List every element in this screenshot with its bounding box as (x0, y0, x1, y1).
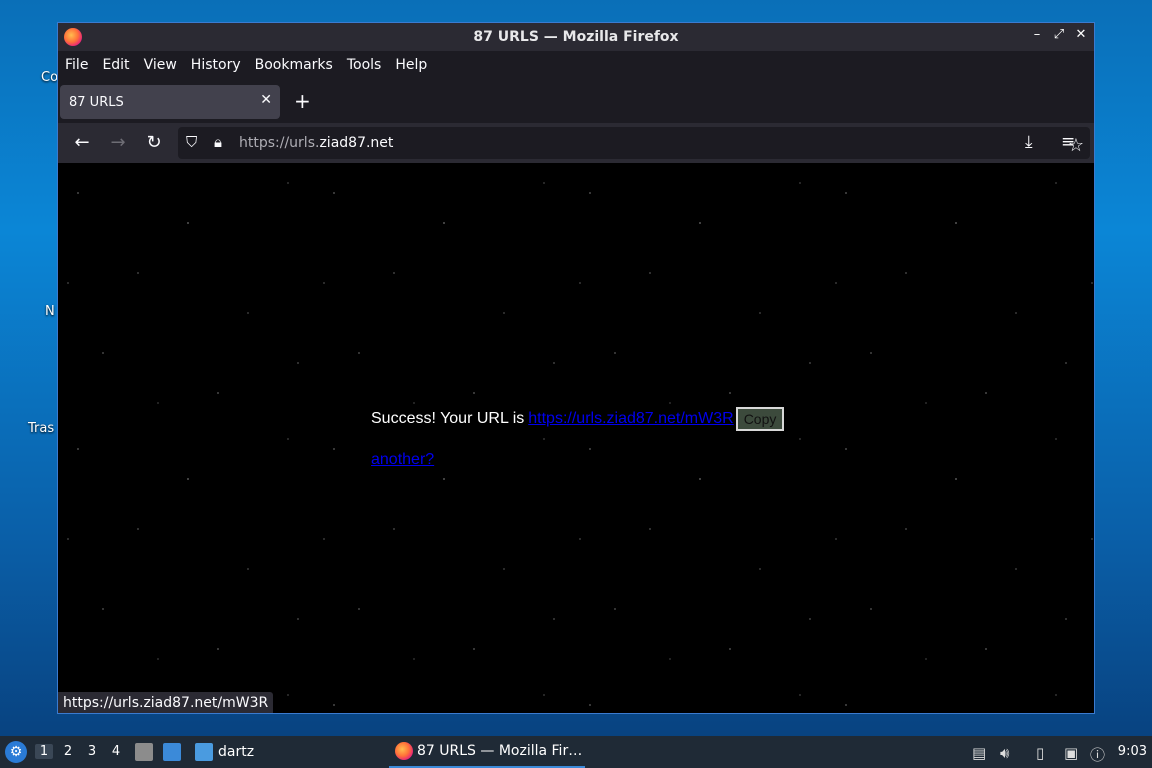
menu-tools[interactable]: Tools (347, 57, 382, 73)
menu-help[interactable]: Help (395, 57, 427, 73)
folder-label[interactable]: dartz (218, 744, 254, 760)
close-window-button[interactable]: ✕ (1074, 27, 1088, 42)
new-tab-icon[interactable]: + (294, 89, 311, 113)
close-tab-icon[interactable]: ✕ (260, 92, 272, 108)
maximize-button[interactable]: ⤢ (1052, 27, 1066, 42)
success-message: Success! Your URL is https://urls.ziad87… (371, 407, 785, 431)
clock[interactable]: 9:03 (1118, 744, 1147, 759)
menu-file[interactable]: File (65, 57, 88, 73)
page-content: Success! Your URL is https://urls.ziad87… (58, 163, 1094, 713)
menu-icon[interactable]: ≡ (1061, 132, 1075, 152)
workspace-4[interactable]: 4 (107, 744, 125, 759)
firefox-window: 87 URLS — Mozilla Firefox – ⤢ ✕ File Edi… (57, 22, 1095, 714)
menu-edit[interactable]: Edit (102, 57, 129, 73)
menu-bookmarks[interactable]: Bookmarks (255, 57, 333, 73)
back-icon[interactable]: ← (70, 132, 94, 153)
lock-icon[interactable]: 🔒︎ (214, 133, 222, 151)
file-manager-icon[interactable] (135, 743, 153, 761)
desktop-icon-label-computer[interactable]: Co (41, 70, 58, 85)
workspace-1[interactable]: 1 (35, 744, 53, 759)
reload-icon[interactable]: ↻ (142, 132, 166, 153)
notification-icon[interactable]: ⓘ (1090, 744, 1105, 765)
taskbar: ⚙ 1 2 3 4 dartz 87 URLS — Mozilla Fir… ▤… (0, 736, 1152, 768)
menu-history[interactable]: History (191, 57, 241, 73)
tab-87-urls[interactable]: 87 URLS ✕ (60, 85, 280, 119)
network-icon[interactable]: ▣ (1064, 744, 1078, 762)
navigation-toolbar: ← → ↻ ⛉ 🔒︎ https://urls.ziad87.net ☆ ⤓ ≡ (58, 123, 1094, 163)
task-firefox[interactable]: 87 URLS — Mozilla Fir… (389, 736, 585, 768)
url-text[interactable]: https://urls.ziad87.net (239, 135, 393, 151)
short-url-link[interactable]: https://urls.ziad87.net/mW3R (528, 410, 733, 428)
clipboard-tray-icon[interactable]: ▤ (972, 744, 986, 762)
firefox-task-icon (395, 742, 413, 760)
url-host: ziad87.net (319, 135, 394, 151)
success-text: Success! Your URL is (371, 410, 525, 427)
url-prefix: https://urls. (239, 135, 320, 151)
desktop-icon-label-network[interactable]: N (45, 304, 55, 319)
window-titlebar[interactable]: 87 URLS — Mozilla Firefox – ⤢ ✕ (58, 23, 1094, 51)
window-controls: – ⤢ ✕ (1030, 27, 1088, 42)
folder-icon[interactable] (195, 743, 213, 761)
another-link[interactable]: another? (371, 451, 434, 469)
tab-title: 87 URLS (69, 94, 124, 110)
workspace-3[interactable]: 3 (83, 744, 101, 759)
forward-icon[interactable]: → (106, 132, 130, 153)
copy-button[interactable]: Copy (735, 407, 785, 431)
status-link-preview: https://urls.ziad87.net/mW3R (58, 692, 274, 713)
download-icon[interactable]: ⤓ (1025, 132, 1033, 152)
workspace-2[interactable]: 2 (59, 744, 77, 759)
url-bar[interactable]: ⛉ 🔒︎ https://urls.ziad87.net ☆ (178, 127, 1090, 159)
window-title: 87 URLS — Mozilla Firefox (473, 29, 679, 45)
menu-view[interactable]: View (144, 57, 177, 73)
notes-tray-icon[interactable]: ▯ (1036, 744, 1044, 762)
desktop-icon-label-trash[interactable]: Tras (28, 421, 54, 436)
task-label: 87 URLS — Mozilla Fir… (417, 743, 583, 759)
menu-bar: File Edit View History Bookmarks Tools H… (58, 51, 1094, 79)
tab-strip: 87 URLS ✕ + (58, 79, 1094, 123)
minimize-button[interactable]: – (1030, 27, 1044, 42)
start-menu-icon[interactable]: ⚙ (5, 741, 27, 763)
show-desktop-icon[interactable] (163, 743, 181, 761)
volume-icon[interactable]: 🔊︎ (1000, 744, 1009, 762)
shield-icon[interactable]: ⛉ (186, 133, 197, 151)
firefox-logo-icon (64, 28, 82, 46)
